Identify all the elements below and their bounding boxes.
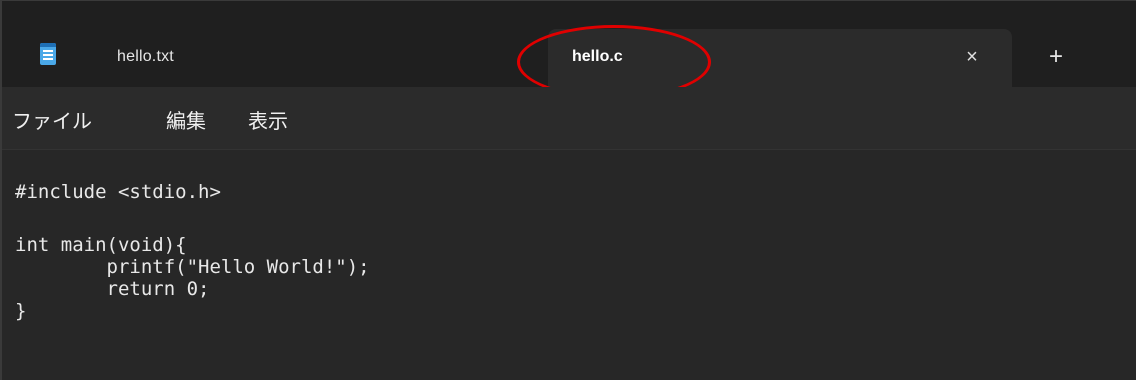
- code-line-4: return 0;: [15, 278, 210, 300]
- text-editor[interactable]: #include <stdio.h> int main(void){ print…: [2, 149, 1136, 380]
- menu-bar: ファイル 編集 表示: [2, 87, 1136, 149]
- tab-hello-txt[interactable]: [2, 27, 530, 87]
- code-line-1: #include <stdio.h>: [15, 181, 221, 203]
- tab-label-hello-c: hello.c: [572, 48, 623, 65]
- tab-hello-c[interactable]: hello.c ×: [548, 29, 1012, 87]
- menu-edit[interactable]: 編集: [166, 105, 206, 134]
- tab-label-hello-txt: hello.txt: [117, 48, 174, 65]
- close-tab-icon[interactable]: ×: [958, 43, 986, 71]
- code-line-2: int main(void){: [15, 234, 187, 256]
- tab-bar: hello.txt hello.c × +: [2, 1, 1136, 99]
- code-line-3: printf("Hello World!");: [15, 256, 370, 278]
- menu-view[interactable]: 表示: [248, 105, 288, 134]
- notepad-icon: [40, 43, 56, 65]
- code-line-5: }: [15, 300, 27, 322]
- notepad-window: hello.txt hello.c × + ファイル 編集 表示 #includ…: [0, 0, 1136, 380]
- menu-file[interactable]: ファイル: [12, 105, 92, 134]
- new-tab-icon[interactable]: +: [1042, 43, 1070, 71]
